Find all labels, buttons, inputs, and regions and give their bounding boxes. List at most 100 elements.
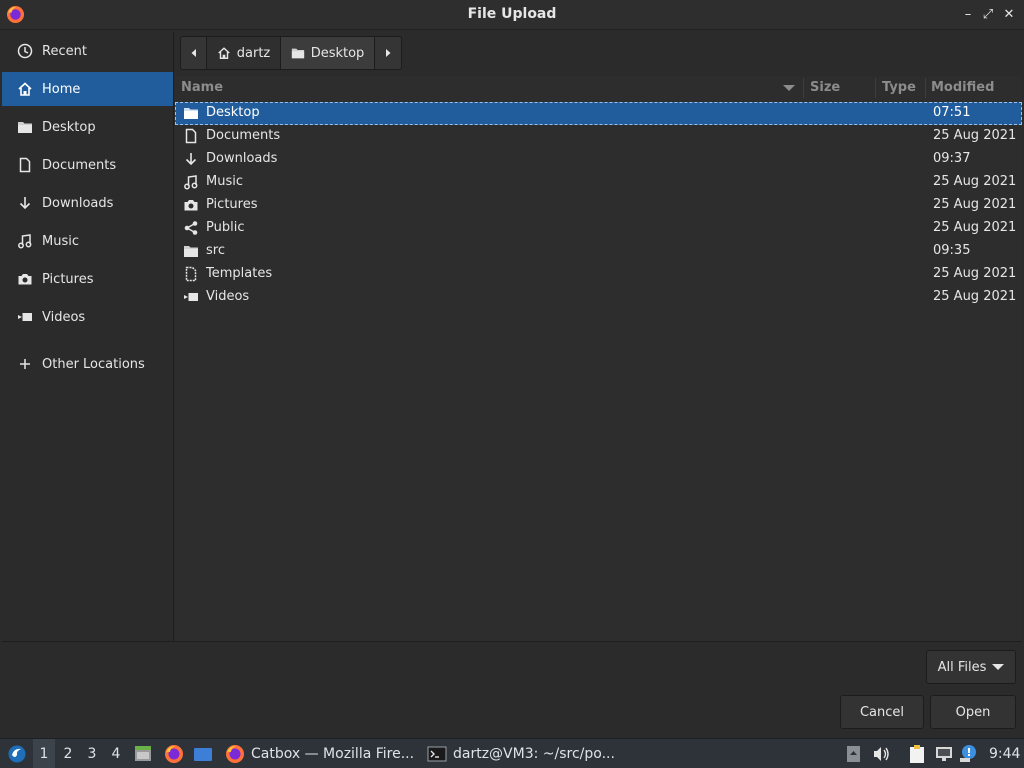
path-segment-label: Desktop — [310, 45, 365, 61]
task-firefox-window[interactable]: Catbox — Mozilla Fire... — [225, 739, 414, 768]
file-modified: 09:37 — [933, 151, 971, 166]
camera-icon — [183, 197, 199, 213]
sidebar-item-recent[interactable]: Recent — [2, 34, 173, 68]
clipboard-button[interactable] — [907, 739, 927, 768]
sidebar-item-other-locations[interactable]: Other Locations — [2, 347, 173, 381]
path-back-button[interactable] — [181, 37, 207, 69]
file-row-desktop[interactable]: Desktop 07:51 — [175, 102, 1022, 125]
show-desktop-button[interactable] — [193, 739, 213, 768]
column-divider[interactable] — [803, 78, 804, 98]
file-modified: 25 Aug 2021 — [933, 197, 1017, 212]
plus-icon — [17, 356, 33, 372]
file-name: Pictures — [206, 197, 258, 212]
file-manager-launcher[interactable] — [133, 739, 153, 768]
file-row-public[interactable]: Public 25 Aug 2021 — [175, 217, 1022, 240]
restore-button[interactable]: ⤢ — [980, 7, 996, 23]
terminal-icon — [427, 746, 447, 762]
file-row-templates[interactable]: Templates 25 Aug 2021 — [175, 263, 1022, 286]
file-filter-label: All Files — [937, 659, 987, 675]
notification-button[interactable] — [958, 739, 978, 768]
dialog-footer: All Files Cancel Open — [2, 641, 1022, 737]
download-icon — [183, 151, 199, 167]
clipboard-icon — [910, 745, 924, 763]
file-name: Music — [206, 174, 243, 189]
workspace-1[interactable]: 1 — [33, 739, 55, 768]
firefox-icon — [165, 745, 183, 763]
firefox-launcher[interactable] — [164, 739, 184, 768]
document-icon — [17, 157, 33, 173]
cancel-button[interactable]: Cancel — [840, 695, 924, 729]
sidebar-item-documents[interactable]: Documents — [2, 148, 173, 182]
sidebar-item-home[interactable]: Home — [2, 72, 173, 106]
workspace-2[interactable]: 2 — [57, 739, 79, 768]
volume-button[interactable] — [871, 739, 891, 768]
path-forward-button[interactable] — [375, 37, 401, 69]
sidebar-item-label: Other Locations — [42, 356, 145, 372]
file-row-src[interactable]: src 09:35 — [175, 240, 1022, 263]
file-row-downloads[interactable]: Downloads 09:37 — [175, 148, 1022, 171]
column-header-name[interactable]: Name — [181, 80, 223, 95]
workspace-4[interactable]: 4 — [105, 739, 127, 768]
file-name: Desktop — [206, 105, 260, 120]
file-row-music[interactable]: Music 25 Aug 2021 — [175, 171, 1022, 194]
task-terminal-window[interactable]: dartz@VM3: ~/src/po... — [427, 739, 615, 768]
file-modified: 09:35 — [933, 243, 971, 258]
sidebar-item-label: Documents — [42, 157, 117, 173]
tray-scroll-indicator[interactable] — [844, 739, 864, 768]
sidebar-item-videos[interactable]: Videos — [2, 300, 173, 334]
sidebar-item-desktop[interactable]: Desktop — [2, 110, 173, 144]
sort-descending-icon — [783, 85, 795, 91]
folder-icon — [183, 243, 199, 259]
sidebar-item-label: Music — [42, 233, 79, 249]
sidebar-item-label: Downloads — [42, 195, 114, 211]
template-icon — [183, 266, 199, 282]
column-header-type[interactable]: Type — [882, 80, 916, 95]
column-header-modified[interactable]: Modified — [931, 80, 994, 95]
window-title: File Upload — [467, 6, 557, 22]
triangle-left-icon — [191, 49, 196, 57]
file-filter-dropdown[interactable]: All Files — [926, 650, 1016, 684]
sidebar-item-downloads[interactable]: Downloads — [2, 186, 173, 220]
column-divider[interactable] — [925, 78, 926, 98]
network-button[interactable] — [934, 739, 954, 768]
file-name: Downloads — [206, 151, 278, 166]
taskbar: 1 2 3 4 Catbox — Mozilla Fire... dartz@V… — [0, 738, 1024, 768]
file-name: Videos — [206, 289, 250, 304]
network-icon — [936, 747, 952, 761]
path-segment-desktop[interactable]: Desktop — [281, 37, 375, 69]
column-header-row: Name Size Type Modified — [175, 76, 1022, 100]
column-header-size[interactable]: Size — [810, 80, 840, 95]
file-modified: 07:51 — [933, 105, 971, 120]
file-row-documents[interactable]: Documents 25 Aug 2021 — [175, 125, 1022, 148]
file-manager-icon — [135, 746, 151, 761]
video-icon — [17, 309, 33, 325]
start-menu-button[interactable] — [5, 739, 29, 768]
file-modified: 25 Aug 2021 — [933, 289, 1017, 304]
video-icon — [183, 289, 199, 305]
file-row-pictures[interactable]: Pictures 25 Aug 2021 — [175, 194, 1022, 217]
file-list: Name Size Type Modified Desktop 07:51 Do… — [175, 76, 1022, 641]
column-divider[interactable] — [875, 78, 876, 98]
close-button[interactable]: ✕ — [1001, 7, 1017, 23]
path-segment-home[interactable]: dartz — [207, 37, 281, 69]
sidebar-item-music[interactable]: Music — [2, 224, 173, 258]
open-button[interactable]: Open — [930, 695, 1016, 729]
clock-icon — [17, 43, 33, 59]
file-name: Templates — [206, 266, 273, 281]
camera-icon — [17, 271, 33, 287]
clock[interactable]: 9:44 — [989, 739, 1020, 768]
info-icon — [960, 745, 976, 762]
file-modified: 25 Aug 2021 — [933, 220, 1017, 235]
minimize-button[interactable]: – — [960, 7, 976, 23]
sidebar-item-label: Home — [42, 81, 81, 97]
speaker-icon — [874, 747, 889, 761]
home-icon — [17, 81, 33, 97]
workspace-3[interactable]: 3 — [81, 739, 103, 768]
desktop-icon — [194, 748, 212, 761]
scroll-up-icon — [847, 746, 860, 762]
file-modified: 25 Aug 2021 — [933, 128, 1017, 143]
file-row-videos[interactable]: Videos 25 Aug 2021 — [175, 286, 1022, 309]
file-modified: 25 Aug 2021 — [933, 266, 1017, 281]
firefox-icon — [226, 745, 244, 763]
sidebar-item-pictures[interactable]: Pictures — [2, 262, 173, 296]
